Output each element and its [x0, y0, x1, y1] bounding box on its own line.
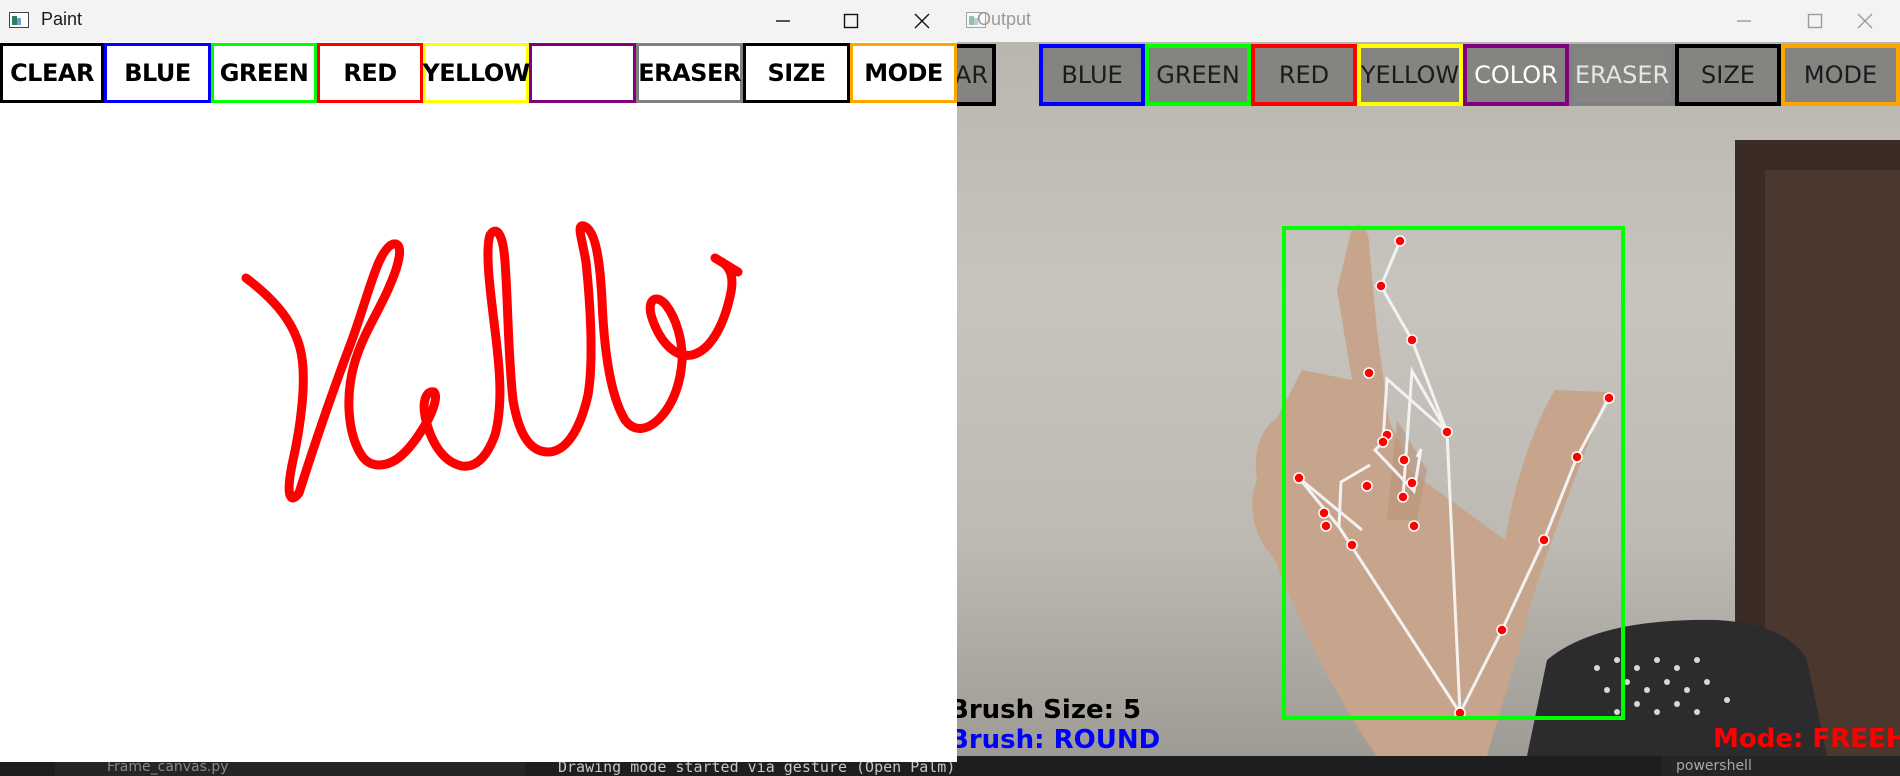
- output-yellow-button[interactable]: YELLOW: [1357, 44, 1463, 106]
- output-mode-button[interactable]: MODE: [1781, 44, 1900, 106]
- paint-yellow-button[interactable]: YELLOW: [422, 43, 530, 103]
- output-clear-button[interactable]: CLEAR: [957, 44, 996, 106]
- minimize-icon: [1737, 20, 1751, 22]
- mode-status: Mode: FREEHAND: [1713, 724, 1900, 754]
- maximize-button[interactable]: [816, 0, 886, 42]
- output-color-button[interactable]: COLOR: [1463, 44, 1569, 106]
- output-red-button[interactable]: RED: [1251, 44, 1357, 106]
- output-blue-button[interactable]: BLUE: [1039, 44, 1145, 106]
- paint-eraser-button[interactable]: ERASER: [636, 43, 743, 103]
- paint-window: Paint CLEAR BLUE GREEN RED YELLOW ERASER…: [0, 0, 957, 762]
- paint-titlebar[interactable]: Paint: [0, 0, 957, 42]
- close-icon: [1857, 13, 1873, 29]
- paint-green-button[interactable]: GREEN: [211, 43, 317, 103]
- close-button[interactable]: [1830, 0, 1900, 42]
- maximize-icon: [843, 13, 859, 29]
- canvas-drawing: [241, 221, 743, 503]
- terminal-shell-tab[interactable]: powershell: [1662, 756, 1900, 776]
- minimize-button[interactable]: [748, 0, 818, 42]
- output-size-button[interactable]: SIZE: [1675, 44, 1781, 106]
- minimize-button[interactable]: [1709, 0, 1779, 42]
- close-icon: [914, 13, 930, 29]
- window-title: Output: [977, 9, 1032, 29]
- webcam-feed: [957, 42, 1900, 756]
- webcam-scene: [1252, 140, 1900, 756]
- output-eraser-button[interactable]: ERASER: [1569, 44, 1675, 106]
- brush-shape-status: Brush: ROUND: [957, 725, 1161, 755]
- paint-blue-button[interactable]: BLUE: [104, 43, 211, 103]
- output-green-button[interactable]: GREEN: [1145, 44, 1251, 106]
- paint-clear-button[interactable]: CLEAR: [0, 43, 104, 103]
- paint-size-button[interactable]: SIZE: [743, 43, 850, 103]
- close-button[interactable]: [887, 0, 957, 42]
- paint-red-button[interactable]: RED: [317, 43, 423, 103]
- minimize-icon: [776, 20, 790, 22]
- brush-size-status: Brush Size: 5: [957, 695, 1142, 725]
- output-titlebar[interactable]: Output: [957, 0, 1900, 42]
- window-title: Paint: [41, 9, 83, 29]
- hello-stroke: [241, 221, 743, 503]
- app-icon: [9, 12, 29, 28]
- drawing-canvas[interactable]: [0, 103, 957, 762]
- paint-color-button[interactable]: [529, 43, 636, 103]
- paint-mode-button[interactable]: MODE: [850, 43, 957, 103]
- maximize-icon: [1807, 13, 1823, 29]
- output-window: Output AR BLUE GREEN RED YELLOW COLOR ER…: [957, 0, 1900, 756]
